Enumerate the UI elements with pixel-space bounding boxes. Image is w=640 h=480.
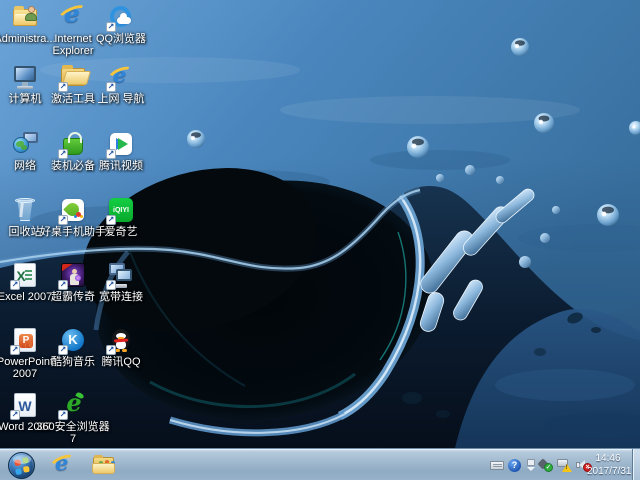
start-button[interactable] — [8, 452, 35, 479]
internet-explorer-icon: e — [50, 449, 76, 475]
clock-date: 2017/7/31 — [587, 465, 629, 478]
desktop: Administra... e Internet Explorer ↗ QQ浏览… — [0, 0, 640, 480]
shortcut-arrow-icon: ↗ — [106, 149, 116, 159]
shortcut-arrow-icon: ↗ — [106, 215, 116, 225]
shortcut-arrow-icon: ↗ — [10, 280, 20, 290]
powerpoint-icon: P ↗ — [12, 327, 38, 353]
icon-label: 爱奇艺 — [83, 226, 159, 238]
shortcut-arrow-icon: ↗ — [58, 149, 68, 159]
shortcut-arrow-icon: ↗ — [106, 345, 116, 355]
browser-e-icon: e ↗ — [108, 64, 134, 90]
shopping-bag-icon: ↗ — [60, 131, 86, 157]
play-video-icon: ↗ — [108, 131, 134, 157]
system-tray: ? ✓ × — [490, 449, 592, 480]
shortcut-arrow-icon: ↗ — [10, 410, 20, 420]
taskbar: e ? ✓ × 14:46 2017/7 — [0, 448, 640, 480]
shortcut-arrow-icon: ↗ — [58, 215, 68, 225]
taskbar-clock[interactable]: 14:46 2017/7/31 — [587, 452, 629, 478]
excel-icon: X ↗ — [12, 262, 38, 288]
desktop-icon-internet-explorer[interactable]: e Internet Explorer — [47, 4, 99, 57]
qq-penguin-icon: ↗ — [108, 327, 134, 353]
shortcut-arrow-icon: ↗ — [106, 22, 116, 32]
network-warning-icon[interactable] — [557, 459, 572, 472]
icon-label: 腾讯QQ — [83, 356, 159, 368]
phone-assistant-icon: ↗ — [60, 197, 86, 223]
icon-label: 宽带连接 — [83, 291, 159, 303]
taskbar-windows-explorer-button[interactable] — [91, 452, 117, 478]
desktop-icon-360-browser[interactable]: e ↗ 360安全浏览器7 — [47, 392, 99, 445]
desktop-icon-web-navigation[interactable]: e ↗ 上网 导航 — [95, 64, 147, 105]
360-browser-icon: e ↗ — [60, 392, 86, 418]
internet-explorer-icon: e — [60, 4, 86, 30]
folder-icon: ↗ — [60, 64, 86, 90]
iqiyi-icon: iQIYI ↗ — [108, 197, 134, 223]
safely-remove-hardware-icon[interactable]: ✓ — [539, 459, 553, 472]
desktop-icon-broadband[interactable]: ↗ 宽带连接 — [95, 262, 147, 303]
hidden-icons-expander[interactable] — [525, 458, 535, 472]
desktop-icon-tencent-qq[interactable]: ↗ 腾讯QQ — [95, 327, 147, 368]
shortcut-arrow-icon: ↗ — [58, 82, 68, 92]
game-icon: ↗ — [60, 262, 86, 288]
broadband-connection-icon: ↗ — [108, 262, 134, 288]
help-icon[interactable]: ? — [508, 459, 521, 472]
shortcut-arrow-icon: ↗ — [58, 345, 68, 355]
computer-icon — [12, 64, 38, 90]
word-icon: W ↗ — [12, 392, 38, 418]
desktop-icon-qq-browser[interactable]: ↗ QQ浏览器 — [95, 4, 147, 45]
icon-label: 360安全浏览器7 — [35, 421, 111, 445]
shortcut-arrow-icon: ↗ — [106, 82, 116, 92]
kugou-icon: K ↗ — [60, 327, 86, 353]
shortcut-arrow-icon: ↗ — [58, 410, 68, 420]
shortcut-arrow-icon: ↗ — [106, 280, 116, 290]
qq-browser-icon: ↗ — [108, 4, 134, 30]
desktop-icon-iqiyi[interactable]: iQIYI ↗ 爱奇艺 — [95, 197, 147, 238]
input-keyboard-icon[interactable] — [490, 461, 504, 470]
show-desktop-button[interactable] — [632, 449, 640, 480]
desktop-icon-powerpoint-2007[interactable]: P ↗ PowerPoint 2007 — [0, 327, 51, 380]
network-icon — [12, 131, 38, 157]
icon-label: QQ浏览器 — [83, 33, 159, 45]
desktop-icon-tencent-video[interactable]: ↗ 腾讯视频 — [95, 131, 147, 172]
icon-label: 腾讯视频 — [83, 160, 159, 172]
shortcut-arrow-icon: ↗ — [10, 345, 20, 355]
recycle-bin-icon — [12, 197, 38, 223]
icon-label: 上网 导航 — [83, 93, 159, 105]
clock-time: 14:46 — [587, 452, 629, 465]
user-folder-icon — [12, 4, 38, 30]
shortcut-arrow-icon: ↗ — [58, 280, 68, 290]
taskbar-internet-explorer-button[interactable]: e — [50, 452, 76, 478]
